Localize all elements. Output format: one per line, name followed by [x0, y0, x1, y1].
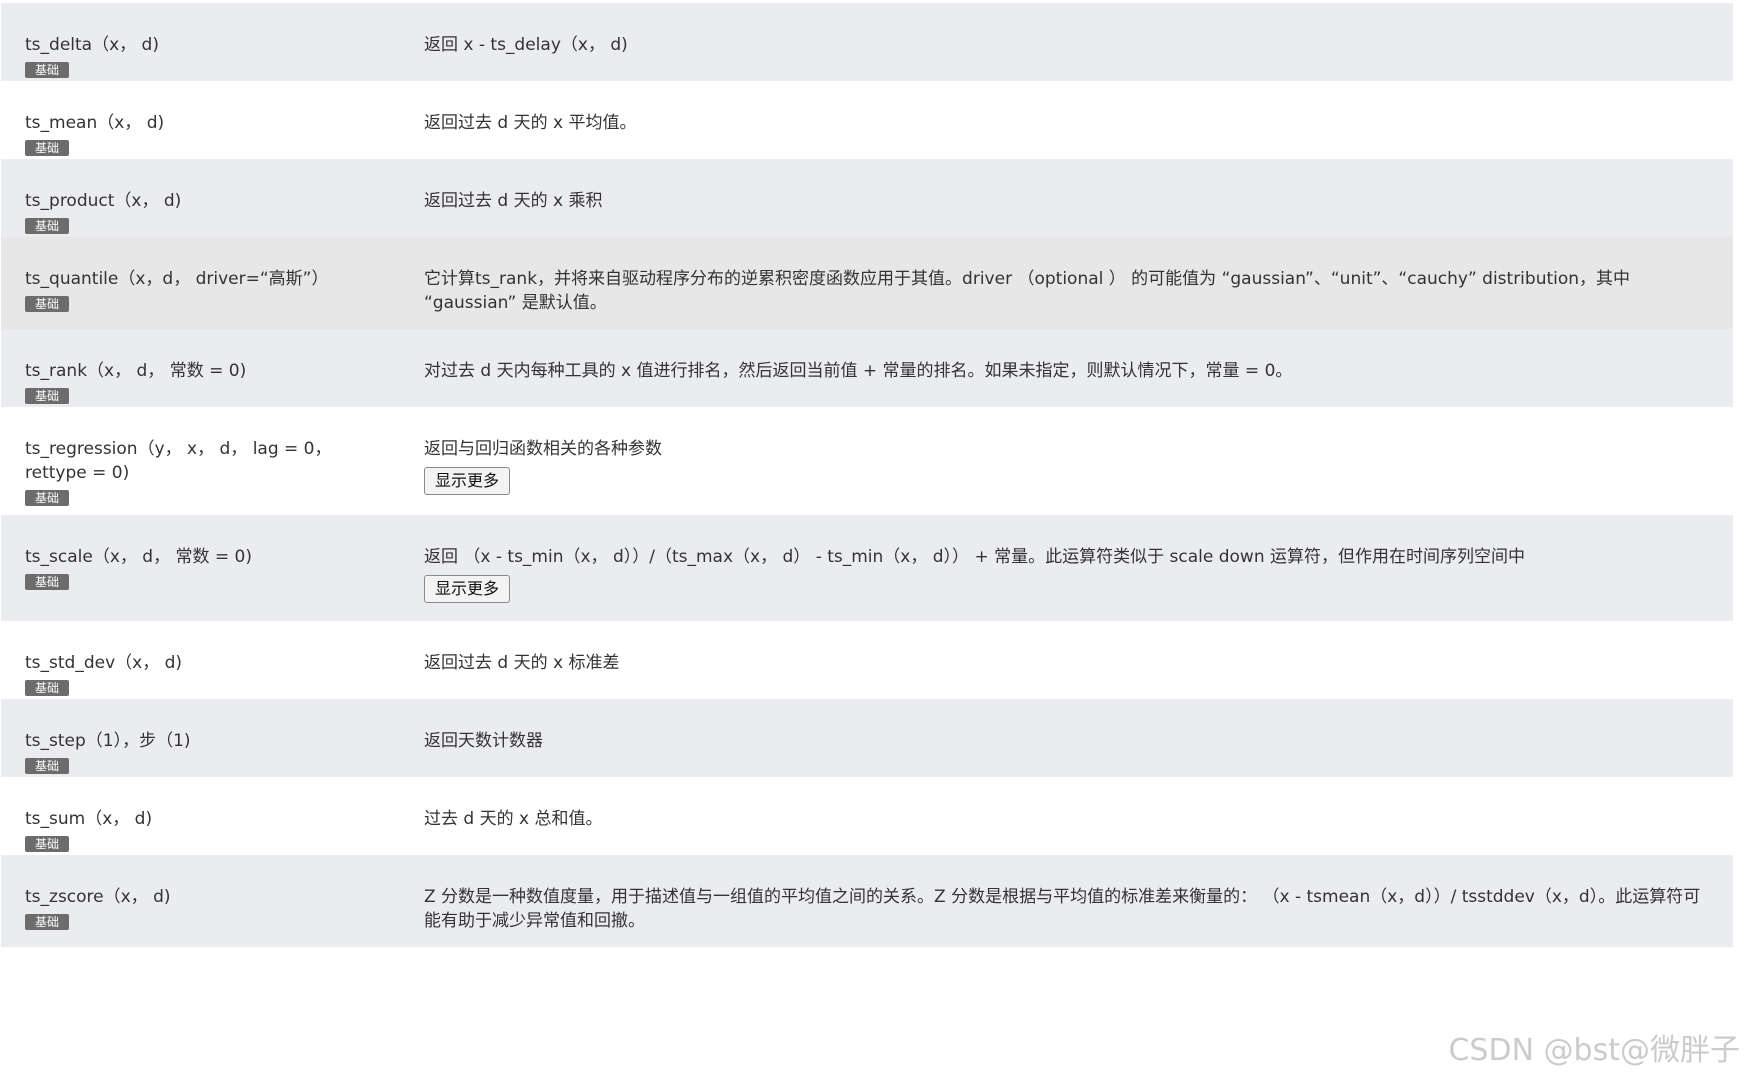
watermark-text: CSDN @bst@微胖子 — [1448, 1033, 1740, 1068]
operator-name: ts_sum（x， d) 基础 — [25, 807, 385, 855]
show-more-button[interactable]: 显示更多 — [424, 575, 511, 603]
category-badge: 基础 — [25, 388, 70, 404]
operator-name: ts_delta（x， d) 基础 — [25, 33, 385, 81]
operator-signature: ts_mean（x， d) — [25, 113, 165, 133]
table-row: ts_quantile（x，d， driver=“高斯”） 基础 它计算ts_r… — [1, 237, 1733, 329]
category-badge: 基础 — [25, 490, 70, 506]
operator-signature: ts_sum（x， d) — [25, 809, 153, 829]
operator-name: ts_mean（x， d) 基础 — [25, 111, 385, 159]
operator-signature: ts_zscore（x， d) — [25, 887, 171, 907]
operator-description: 返回过去 d 天的 x 平均值。 — [424, 113, 637, 133]
operator-signature: ts_regression（y， x， d， lag = 0， rettype … — [25, 439, 332, 483]
operator-description: Z 分数是一种数值度量，用于描述值与一组值的平均值之间的关系。Z 分数是根据与平… — [424, 887, 1701, 931]
operator-description: 返回过去 d 天的 x 乘积 — [424, 191, 603, 211]
category-badge: 基础 — [25, 62, 70, 78]
operator-signature: ts_std_dev（x， d) — [25, 653, 183, 673]
operator-name: ts_scale（x， d， 常数 = 0) 基础 — [25, 545, 385, 593]
category-badge: 基础 — [25, 680, 70, 696]
operator-description-text: 返回与回归函数相关的各种参数 — [424, 439, 662, 459]
operator-description: 返回过去 d 天的 x 标准差 — [424, 653, 620, 673]
table-row: ts_rank（x， d， 常数 = 0) 基础 对过去 d 天内每种工具的 x… — [1, 329, 1733, 407]
operator-signature: ts_scale（x， d， 常数 = 0) — [25, 547, 252, 567]
operator-name: ts_rank（x， d， 常数 = 0) 基础 — [25, 359, 385, 407]
operator-description: 返回与回归函数相关的各种参数 显示更多 — [424, 437, 1714, 495]
category-badge: 基础 — [25, 218, 70, 234]
operator-signature: ts_rank（x， d， 常数 = 0) — [25, 361, 247, 381]
table-row: ts_delta（x， d) 基础 返回 x - ts_delay（x， d) — [1, 3, 1733, 81]
operator-table: ts_delta（x， d) 基础 返回 x - ts_delay（x， d) … — [1, 3, 1733, 1060]
table-row: ts_regression（y， x， d， lag = 0， rettype … — [1, 407, 1733, 515]
operator-name: ts_product（x， d) 基础 — [25, 189, 385, 237]
operator-signature: ts_delta（x， d) — [25, 35, 159, 55]
operator-signature: ts_step（1），步（1) — [25, 731, 191, 751]
table-row: ts_product（x， d) 基础 返回过去 d 天的 x 乘积 — [1, 159, 1733, 237]
table-row: ts_step（1），步（1) 基础 返回天数计数器 — [1, 699, 1733, 777]
category-badge: 基础 — [25, 140, 70, 156]
operator-name: ts_std_dev（x， d) 基础 — [25, 651, 385, 699]
operator-name: ts_quantile（x，d， driver=“高斯”） 基础 — [25, 267, 385, 315]
operator-name: ts_zscore（x， d) 基础 — [25, 885, 385, 933]
operator-description: 返回 x - ts_delay（x， d) — [424, 35, 628, 55]
table-row: ts_mean（x， d) 基础 返回过去 d 天的 x 平均值。 — [1, 81, 1733, 159]
category-badge: 基础 — [25, 836, 70, 852]
table-row: ts_zscore（x， d) 基础 Z 分数是一种数值度量，用于描述值与一组值… — [1, 855, 1733, 947]
operator-signature: ts_product（x， d) — [25, 191, 182, 211]
operator-description: 返回天数计数器 — [424, 731, 543, 751]
operator-signature: ts_quantile（x，d， driver=“高斯”） — [25, 269, 329, 289]
category-badge: 基础 — [25, 574, 70, 590]
category-badge: 基础 — [25, 296, 70, 312]
table-row: ts_std_dev（x， d) 基础 返回过去 d 天的 x 标准差 — [1, 621, 1733, 699]
operator-description: 过去 d 天的 x 总和值。 — [424, 809, 603, 829]
category-badge: 基础 — [25, 914, 70, 930]
table-row: ts_scale（x， d， 常数 = 0) 基础 返回 （x - ts_min… — [1, 515, 1733, 621]
operator-description: 返回 （x - ts_min（x， d））/（ts_max（x， d） - ts… — [424, 545, 1714, 603]
operator-description: 对过去 d 天内每种工具的 x 值进行排名，然后返回当前值 + 常量的排名。如果… — [424, 361, 1293, 381]
show-more-button[interactable]: 显示更多 — [424, 467, 511, 495]
category-badge: 基础 — [25, 758, 70, 774]
operator-name: ts_step（1），步（1) 基础 — [25, 729, 385, 777]
operator-description-text: 返回 （x - ts_min（x， d））/（ts_max（x， d） - ts… — [424, 547, 1525, 567]
operator-name: ts_regression（y， x， d， lag = 0， rettype … — [25, 437, 385, 509]
operator-description: 它计算ts_rank，并将来自驱动程序分布的逆累积密度函数应用于其值。drive… — [424, 269, 1631, 313]
table-row: ts_sum（x， d) 基础 过去 d 天的 x 总和值。 — [1, 777, 1733, 855]
